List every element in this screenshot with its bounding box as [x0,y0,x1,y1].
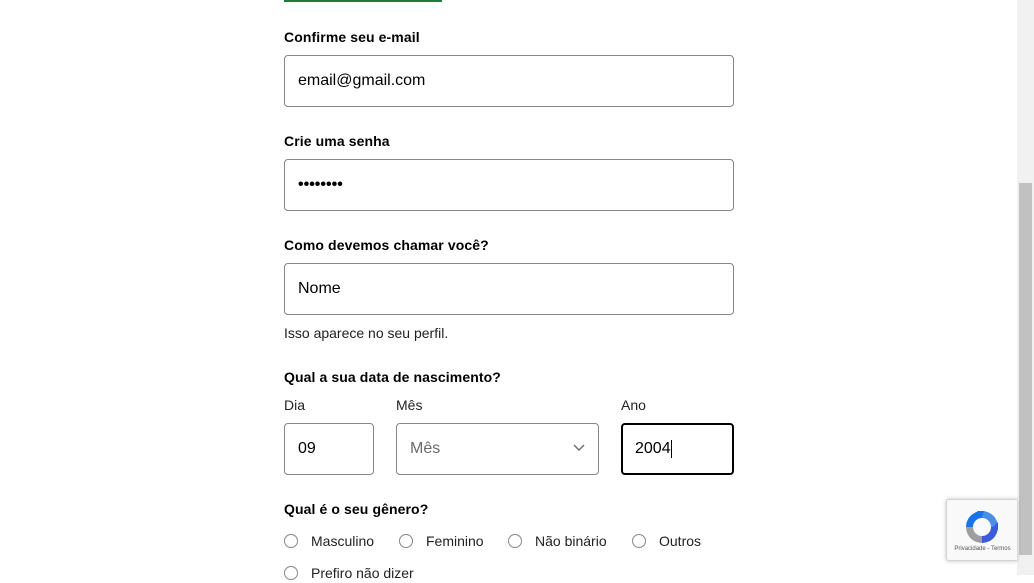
year-label: Ano [621,397,646,413]
name-value: Nome [298,280,341,297]
radio-circle-icon[interactable] [284,534,298,548]
gender-options-row: Masculino Feminino Não binário Outros [284,531,701,551]
recaptcha-footer[interactable]: Privacidade - Termos [947,546,1018,552]
radio-circle-icon[interactable] [399,534,413,548]
birthdate-label: Qual a sua data de nascimento? [284,369,501,385]
password-field[interactable]: •••••••• [284,159,734,211]
gender-option-label: Prefiro não dizer [311,565,414,581]
confirm-email-label: Confirme seu e-mail [284,29,420,45]
radio-circle-icon[interactable] [508,534,522,548]
text-caret [670,440,672,458]
name-hint: Isso aparece no seu perfil. [284,325,449,341]
gender-option-feminino[interactable]: Feminino [399,533,508,549]
gender-option-label: Feminino [426,533,484,549]
day-field[interactable]: 09 [284,423,374,475]
year-field[interactable]: 2004 [621,423,734,475]
top-accent-line [284,0,442,2]
password-value: •••••••• [298,176,343,193]
gender-option-outros[interactable]: Outros [632,533,701,549]
confirm-email-value: email@gmail.com [298,72,426,89]
radio-circle-icon[interactable] [284,566,298,580]
confirm-email-field[interactable]: email@gmail.com [284,55,734,107]
recaptcha-badge[interactable]: Privacidade - Termos [946,499,1017,561]
month-label: Mês [396,397,423,413]
day-value: 09 [298,440,316,457]
gender-option-label: Não binário [535,533,607,549]
name-field[interactable]: Nome [284,263,734,315]
gender-option-nao-binario[interactable]: Não binário [508,533,632,549]
password-label: Crie uma senha [284,133,390,149]
gender-option-label: Masculino [311,533,375,549]
gender-option-prefiro-nao-dizer[interactable]: Prefiro não dizer [284,565,414,581]
radio-circle-icon[interactable] [632,534,646,548]
day-label: Dia [284,397,306,413]
gender-option-label: Outros [659,533,702,549]
gender-options-row-2: Prefiro não dizer [284,563,414,583]
name-label: Como devemos chamar você? [284,237,489,253]
year-value: 2004 [635,440,671,457]
recaptcha-logo-icon [966,511,998,543]
month-select[interactable]: Mês [396,423,599,475]
gender-option-masculino[interactable]: Masculino [284,533,399,549]
gender-label: Qual é o seu gênero? [284,501,429,517]
month-placeholder: Mês [410,440,441,457]
chevron-down-icon [573,440,585,458]
scrollbar-thumb[interactable] [1019,183,1032,555]
